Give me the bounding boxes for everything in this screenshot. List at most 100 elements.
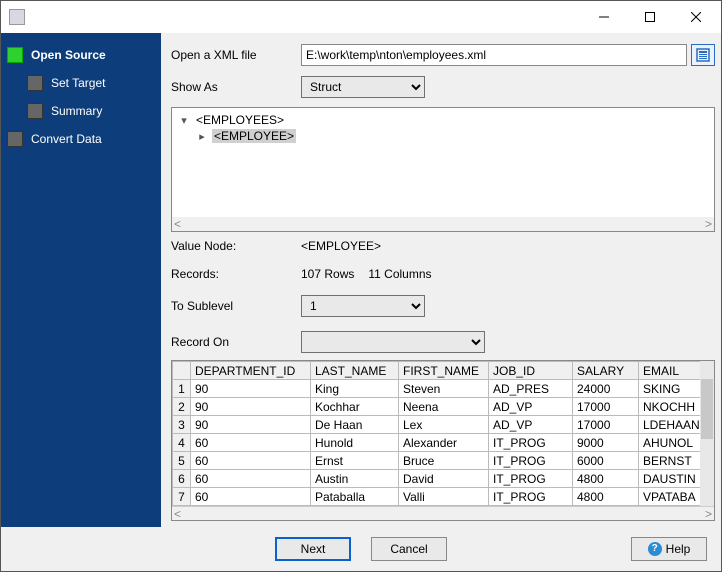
tree-collapse-icon[interactable]: ▾ bbox=[178, 114, 190, 127]
table-cell: 4800 bbox=[573, 470, 639, 488]
table-cell: Steven bbox=[399, 380, 489, 398]
maximize-icon bbox=[645, 12, 655, 22]
rownum-cell: 6 bbox=[173, 470, 191, 488]
table-cell: Valli bbox=[399, 488, 489, 506]
record-on-select[interactable] bbox=[301, 331, 485, 353]
table-cell: 17000 bbox=[573, 398, 639, 416]
cancel-button[interactable]: Cancel bbox=[371, 537, 447, 561]
window-controls bbox=[581, 2, 719, 32]
table-cell: 60 bbox=[191, 488, 311, 506]
table-cell: AD_VP bbox=[489, 416, 573, 434]
column-header[interactable]: SALARY bbox=[573, 362, 639, 380]
table-row[interactable]: 660AustinDavidIT_PROG4800DAUSTIN bbox=[173, 470, 714, 488]
column-header[interactable]: FIRST_NAME bbox=[399, 362, 489, 380]
rownum-cell: 2 bbox=[173, 398, 191, 416]
file-path-input[interactable] bbox=[301, 44, 687, 66]
table-row[interactable]: 290KochharNeenaAD_VP17000NKOCHH bbox=[173, 398, 714, 416]
record-on-label: Record On bbox=[171, 335, 301, 349]
titlebar-left bbox=[3, 9, 25, 25]
tree-horizontal-scrollbar[interactable]: <> bbox=[172, 217, 714, 231]
close-button[interactable] bbox=[673, 2, 719, 32]
table-cell: Lex bbox=[399, 416, 489, 434]
column-header[interactable]: JOB_ID bbox=[489, 362, 573, 380]
next-button[interactable]: Next bbox=[275, 537, 351, 561]
sidebar-item-label: Summary bbox=[51, 104, 102, 118]
table-cell: Hunold bbox=[311, 434, 399, 452]
table-cell: Neena bbox=[399, 398, 489, 416]
sidebar: Open Source Set Target Summary Convert D… bbox=[1, 33, 161, 527]
data-table: DEPARTMENT_ID LAST_NAME FIRST_NAME JOB_I… bbox=[172, 361, 714, 506]
sidebar-item-convert-data[interactable]: Convert Data bbox=[1, 125, 161, 153]
column-header[interactable]: DEPARTMENT_ID bbox=[191, 362, 311, 380]
sidebar-item-set-target[interactable]: Set Target bbox=[1, 69, 161, 97]
table-row[interactable]: 190KingStevenAD_PRES24000SKING bbox=[173, 380, 714, 398]
table-cell: 90 bbox=[191, 416, 311, 434]
rownum-cell: 1 bbox=[173, 380, 191, 398]
show-as-select[interactable]: Struct bbox=[301, 76, 425, 98]
value-node-value: <EMPLOYEE> bbox=[301, 239, 381, 253]
show-as-row: Show As Struct bbox=[171, 76, 715, 98]
grid-horizontal-scrollbar[interactable]: <> bbox=[172, 506, 714, 520]
rownum-cell: 3 bbox=[173, 416, 191, 434]
table-cell: AD_PRES bbox=[489, 380, 573, 398]
minimize-button[interactable] bbox=[581, 2, 627, 32]
tree-expand-icon[interactable]: ▸ bbox=[196, 130, 208, 143]
table-cell: 17000 bbox=[573, 416, 639, 434]
rownum-cell: 7 bbox=[173, 488, 191, 506]
tree-node-label: <EMPLOYEES> bbox=[194, 113, 286, 127]
maximize-button[interactable] bbox=[627, 2, 673, 32]
records-label: Records: bbox=[171, 267, 301, 281]
minimize-icon bbox=[599, 12, 609, 22]
table-cell: 90 bbox=[191, 398, 311, 416]
browse-button[interactable] bbox=[691, 44, 715, 66]
table-cell: Pataballa bbox=[311, 488, 399, 506]
table-cell: AD_VP bbox=[489, 398, 573, 416]
tree-node-label: <EMPLOYEE> bbox=[212, 129, 296, 143]
tree-node-root[interactable]: ▾ <EMPLOYEES> bbox=[178, 112, 708, 128]
records-cols: 11 Columns bbox=[368, 267, 431, 281]
records-row: Records: 107 Rows 11 Columns bbox=[171, 267, 715, 281]
table-cell: 4800 bbox=[573, 488, 639, 506]
data-grid: DEPARTMENT_ID LAST_NAME FIRST_NAME JOB_I… bbox=[171, 360, 715, 521]
close-icon bbox=[691, 12, 701, 22]
table-row[interactable]: 390De HaanLexAD_VP17000LDEHAAN bbox=[173, 416, 714, 434]
grid-vertical-scrollbar[interactable] bbox=[700, 361, 714, 506]
app-icon bbox=[9, 9, 25, 25]
table-row[interactable]: 460HunoldAlexanderIT_PROG9000AHUNOL bbox=[173, 434, 714, 452]
body: Open Source Set Target Summary Convert D… bbox=[1, 33, 721, 527]
open-file-row: Open a XML file bbox=[171, 44, 715, 66]
table-row[interactable]: 560ErnstBruceIT_PROG6000BERNST bbox=[173, 452, 714, 470]
help-button[interactable]: ? Help bbox=[631, 537, 707, 561]
sidebar-item-open-source[interactable]: Open Source bbox=[1, 41, 161, 69]
table-cell: 6000 bbox=[573, 452, 639, 470]
to-sublevel-select[interactable]: 1 bbox=[301, 295, 425, 317]
table-cell: Ernst bbox=[311, 452, 399, 470]
table-cell: Kochhar bbox=[311, 398, 399, 416]
record-on-row: Record On bbox=[171, 331, 715, 353]
browse-icon bbox=[696, 48, 710, 62]
rownum-header bbox=[173, 362, 191, 380]
table-cell: IT_PROG bbox=[489, 488, 573, 506]
step-indicator-icon bbox=[7, 47, 23, 63]
table-cell: 60 bbox=[191, 434, 311, 452]
to-sublevel-row: To Sublevel 1 bbox=[171, 295, 715, 317]
footer: Next Cancel ? Help bbox=[1, 527, 721, 571]
main-panel: Open a XML file Show As Struct ▾ <EMPLO bbox=[161, 33, 721, 527]
rownum-cell: 5 bbox=[173, 452, 191, 470]
tree-node-child[interactable]: ▸ <EMPLOYEE> bbox=[178, 128, 708, 144]
table-cell: King bbox=[311, 380, 399, 398]
records-rows: 107 Rows bbox=[301, 267, 354, 281]
sidebar-item-label: Open Source bbox=[31, 48, 106, 62]
sidebar-item-summary[interactable]: Summary bbox=[1, 97, 161, 125]
table-header-row: DEPARTMENT_ID LAST_NAME FIRST_NAME JOB_I… bbox=[173, 362, 714, 380]
table-cell: 90 bbox=[191, 380, 311, 398]
open-file-label: Open a XML file bbox=[171, 48, 301, 62]
table-row[interactable]: 760PataballaValliIT_PROG4800VPATABA bbox=[173, 488, 714, 506]
help-label: Help bbox=[666, 542, 691, 556]
table-cell: IT_PROG bbox=[489, 434, 573, 452]
step-indicator-icon bbox=[27, 75, 43, 91]
table-cell: IT_PROG bbox=[489, 452, 573, 470]
table-cell: 60 bbox=[191, 470, 311, 488]
column-header[interactable]: LAST_NAME bbox=[311, 362, 399, 380]
titlebar bbox=[1, 1, 721, 33]
